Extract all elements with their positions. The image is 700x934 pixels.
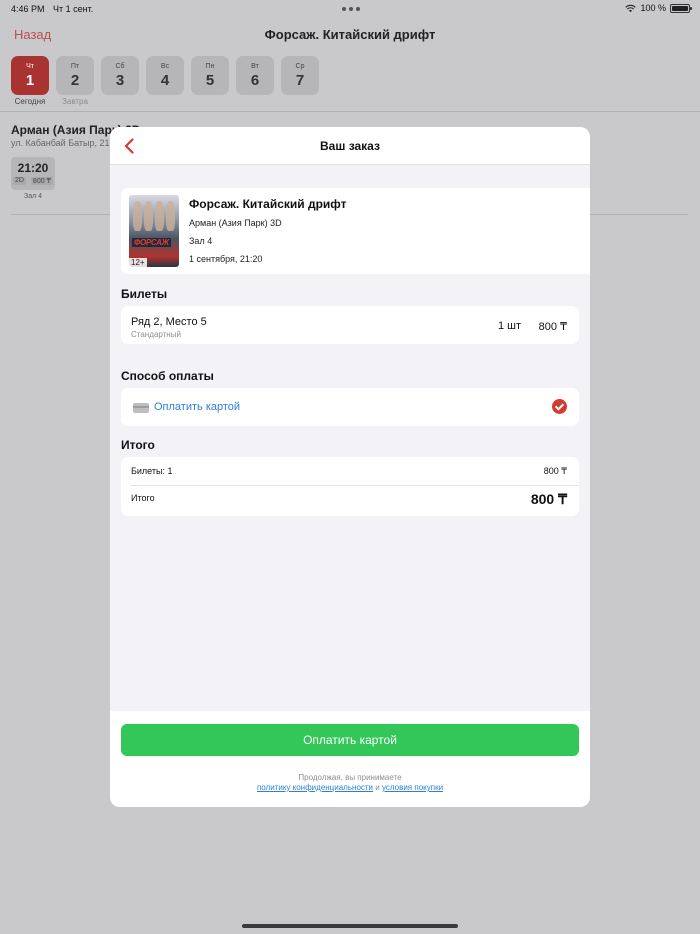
- status-date: Чт 1 сент.: [53, 4, 94, 14]
- day-caption: Завтра: [62, 97, 88, 106]
- pay-by-card-button[interactable]: Оплатить картой: [121, 724, 579, 756]
- day-weekday: Вт: [251, 63, 259, 70]
- poster-faces: [133, 201, 175, 231]
- legal-and: и: [375, 783, 380, 792]
- showtime-button[interactable]: 21:20 2D 800 ₸: [11, 157, 55, 190]
- day-caption: Сегодня: [14, 97, 46, 106]
- legal-links: политику конфиденциальности и условия по…: [110, 783, 590, 793]
- day-number: 1: [25, 72, 35, 89]
- credit-card-icon: [133, 403, 149, 413]
- divider: [0, 111, 700, 112]
- day-number: 3: [115, 72, 125, 89]
- total-amount: 800 ₸: [530, 491, 567, 507]
- day-weekday: Ср: [295, 63, 305, 70]
- privacy-policy-link[interactable]: политику конфиденциальности: [257, 783, 373, 792]
- multitasking-dots-icon[interactable]: [342, 7, 360, 11]
- battery-icon: [670, 3, 692, 13]
- background-nav-bar: Назад Форсаж. Китайский дрифт: [0, 18, 700, 50]
- poster-title: ФОРСАЖ: [132, 238, 171, 247]
- day-chip[interactable]: Сб 3: [101, 56, 139, 95]
- wifi-icon: [625, 4, 637, 12]
- total-section-title: Итого: [121, 438, 155, 452]
- status-time: 4:46 PM: [11, 4, 45, 14]
- day-number: 2: [70, 72, 80, 89]
- film-datetime: 1 сентября, 21:20: [189, 254, 263, 264]
- tickets-amount: 800 ₸: [543, 466, 567, 476]
- day-number: 6: [250, 72, 260, 89]
- purchase-terms-link[interactable]: условия покупки: [382, 783, 443, 792]
- film-title: Форсаж. Китайский дрифт: [189, 197, 347, 211]
- tickets-section-title: Билеты: [121, 287, 168, 301]
- showtime-price: 800 ₸: [30, 177, 53, 185]
- film-hall: Зал 4: [189, 236, 213, 246]
- film-cinema: Арман (Азия Парк) 3D: [189, 218, 282, 228]
- film-card: ФОРСАЖ 12+ Форсаж. Китайский дрифт Арман…: [121, 188, 590, 274]
- payment-method-card[interactable]: Оплатить картой: [121, 388, 579, 426]
- tickets-count-label: Билеты: 1: [131, 466, 173, 476]
- total-card: Билеты: 1 800 ₸ Итого 800 ₸: [121, 457, 579, 516]
- day-chip[interactable]: Пт 2 Завтра: [56, 56, 94, 106]
- day-chip[interactable]: Чт 1 Сегодня: [11, 56, 49, 106]
- ticket-type: Стандартный: [131, 330, 181, 339]
- day-weekday: Вс: [160, 63, 170, 70]
- modal-title: Ваш заказ: [320, 139, 380, 153]
- date-picker: Чт 1 Сегодня Пт 2 Завтра Сб 3 Вс 4 Пн 5 …: [11, 56, 319, 106]
- day-weekday: Пт: [70, 63, 80, 70]
- showtime-meta: 2D 800 ₸: [11, 175, 55, 185]
- legal-intro: Продолжая, вы принимаете: [298, 773, 402, 782]
- modal-footer: Оплатить картой Продолжая, вы принимаете…: [110, 711, 590, 807]
- film-poster: ФОРСАЖ: [129, 195, 179, 267]
- day-weekday: Сб: [115, 63, 125, 70]
- order-modal: Ваш заказ ФОРСАЖ 12+ Форсаж. Китайский д…: [110, 127, 590, 807]
- status-right: 100 %: [625, 3, 692, 13]
- ticket-row: Ряд 2, Место 5 Стандартный 1 шт 800 ₸: [121, 306, 579, 344]
- day-chip[interactable]: Пн 5: [191, 56, 229, 95]
- checkmark-icon: [552, 399, 567, 414]
- day-weekday: Пн: [205, 63, 215, 70]
- home-indicator[interactable]: [242, 924, 458, 928]
- ticket-qty: 1 шт: [497, 320, 521, 332]
- day-number: 4: [160, 72, 170, 89]
- page-title: Форсаж. Китайский дрифт: [264, 27, 436, 42]
- modal-header: Ваш заказ: [110, 127, 590, 165]
- showtime-time: 21:20: [17, 161, 49, 175]
- day-chip[interactable]: Ср 7: [281, 56, 319, 95]
- cinema-address: ул. Кабанбай Батыр, 21: [11, 138, 110, 148]
- divider: [131, 485, 579, 486]
- payment-method-label: Оплатить картой: [154, 401, 241, 413]
- day-chip[interactable]: Вс 4: [146, 56, 184, 95]
- day-weekday: Чт: [26, 63, 34, 70]
- total-label: Итого: [131, 493, 155, 503]
- age-rating: 12+: [129, 258, 147, 267]
- day-number: 5: [205, 72, 215, 89]
- payment-section-title: Способ оплаты: [121, 369, 214, 383]
- battery-percent: 100 %: [640, 3, 666, 13]
- showtime-format: 2D: [13, 177, 26, 185]
- ticket-price: 800 ₸: [538, 321, 567, 333]
- day-number: 7: [295, 72, 305, 89]
- showtime-hall: Зал 4: [23, 193, 43, 200]
- status-bar: 4:46 PM Чт 1 сент. 100 %: [0, 0, 700, 18]
- legal-notice: Продолжая, вы принимаете политику конфид…: [110, 773, 590, 793]
- day-chip[interactable]: Вт 6: [236, 56, 274, 95]
- ticket-seat: Ряд 2, Место 5: [131, 316, 207, 328]
